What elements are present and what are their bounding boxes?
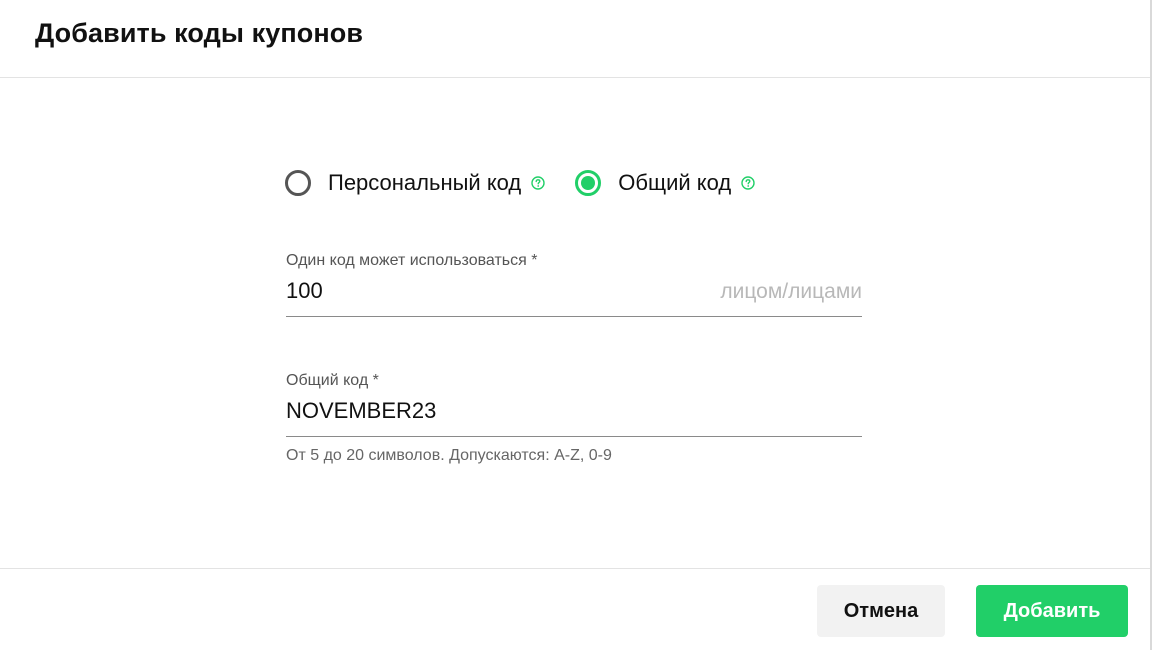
shared-code-hint: От 5 до 20 символов. Допускаются: A-Z, 0… [286,447,612,464]
radio-option-personal-code[interactable]: Персональный код [285,170,545,196]
usage-limit-input[interactable] [286,276,666,306]
dialog-header: Добавить коды купонов [0,0,1150,78]
add-coupon-codes-dialog: Добавить коды купонов Персональный код О… [0,0,1152,650]
add-button[interactable]: Добавить [976,585,1128,637]
radio-label-shared-code: Общий код [618,170,732,195]
usage-limit-label: Один код может использоваться * [286,252,538,269]
radio-personal-code[interactable] [285,170,311,196]
shared-code-input[interactable] [286,396,666,426]
code-type-radio-group: Персональный код Общий код [285,166,755,200]
usage-limit-suffix: лицом/лицами [720,280,862,303]
radio-option-shared-code[interactable]: Общий код [575,170,755,196]
radio-label-personal-code: Персональный код [328,170,522,195]
cancel-button[interactable]: Отмена [817,585,945,637]
shared-code-label: Общий код * [286,372,379,389]
usage-limit-field: Один код может использоваться * лицом/ли… [286,251,862,317]
question-circle-icon[interactable] [531,176,545,190]
dialog-title: Добавить коды купонов [35,18,364,48]
shared-code-field: Общий код * От 5 до 20 символов. Допуска… [286,371,862,465]
usage-limit-input-row: лицом/лицами [286,271,862,317]
radio-shared-code[interactable] [575,170,602,196]
question-circle-icon[interactable] [741,176,755,190]
dialog-footer: Отмена Добавить [0,568,1150,650]
shared-code-input-row [286,391,862,437]
